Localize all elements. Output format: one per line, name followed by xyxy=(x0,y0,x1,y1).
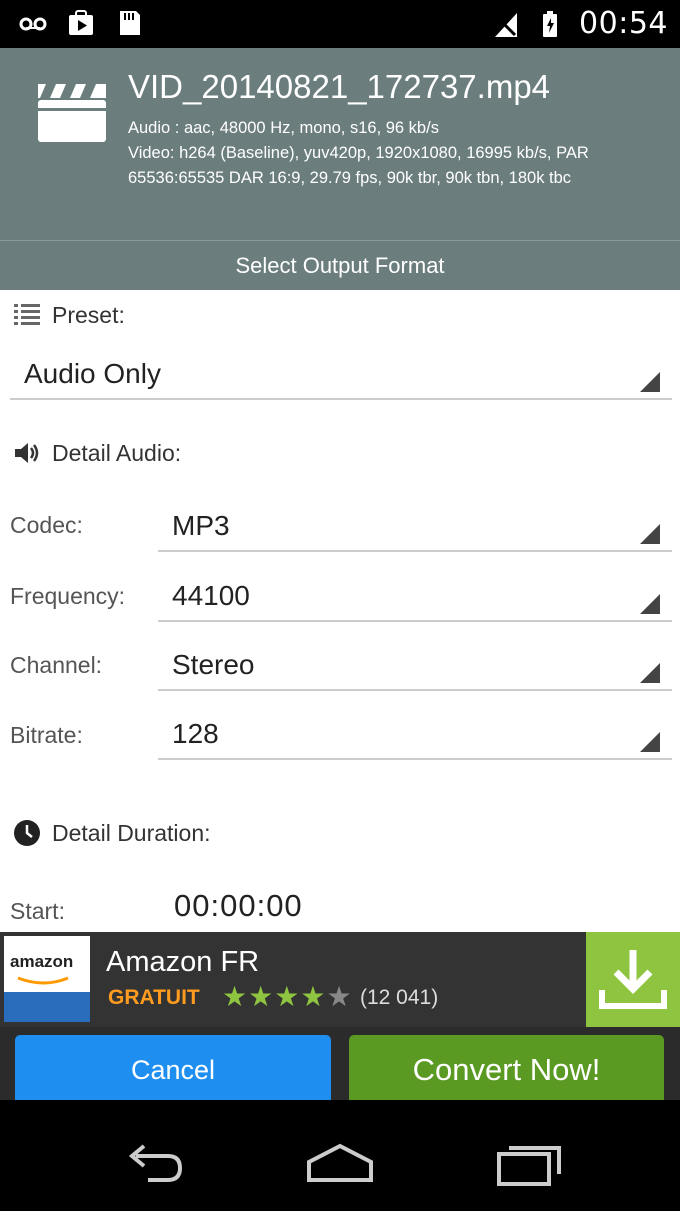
amazon-smile-icon xyxy=(17,976,69,985)
status-bar: 00:54 xyxy=(0,0,680,48)
file-name: VID_20140821_172737.mp4 xyxy=(128,68,551,105)
download-icon xyxy=(599,950,667,1009)
star-icon: ★ xyxy=(300,981,327,1012)
bitrate-value: 128 xyxy=(172,718,219,749)
sd-card-icon xyxy=(120,11,140,35)
frequency-dropdown[interactable]: 44100 xyxy=(158,572,672,622)
amazon-logo: amazon xyxy=(4,936,90,1022)
list-icon xyxy=(14,304,40,325)
select-output-format-bar: Select Output Format xyxy=(0,240,680,290)
voicemail-icon xyxy=(19,17,47,31)
detail-duration-title: Detail Duration: xyxy=(52,819,211,846)
ad-price: GRATUIT xyxy=(108,986,200,1009)
channel-value: Stereo xyxy=(172,649,255,680)
star-icon: ★ xyxy=(274,981,301,1012)
frequency-value: 44100 xyxy=(172,580,250,611)
codec-label: Codec: xyxy=(10,512,83,538)
signal-icon xyxy=(493,12,518,37)
clock-icon xyxy=(14,820,40,846)
bitrate-dropdown[interactable]: 128 xyxy=(158,710,672,760)
star-empty-icon: ★ xyxy=(326,981,353,1012)
codec-dropdown[interactable]: MP3 xyxy=(158,502,672,552)
battery-icon xyxy=(543,10,558,37)
ad-rating-stars: ★★★★★ xyxy=(222,980,353,1013)
detail-audio-title: Detail Audio: xyxy=(52,439,182,466)
dropdown-arrow-icon xyxy=(640,372,660,392)
convert-now-button[interactable]: Convert Now! xyxy=(349,1035,664,1100)
preset-dropdown[interactable]: Audio Only xyxy=(10,350,672,400)
recents-icon[interactable] xyxy=(495,1140,565,1188)
ad-app-name: Amazon FR xyxy=(106,946,260,978)
navigation-bar xyxy=(0,1100,680,1211)
dropdown-arrow-icon xyxy=(640,594,660,614)
media-info: Audio : aac, 48000 Hz, mono, s16, 96 kb/… xyxy=(128,116,663,191)
codec-value: MP3 xyxy=(172,510,230,541)
amazon-logo-text: amazon xyxy=(10,952,74,971)
ad-review-count: (12 041) xyxy=(360,986,439,1009)
frequency-label: Frequency: xyxy=(10,583,126,609)
start-time-field[interactable]: 00:00:00 xyxy=(174,888,303,924)
clock-time: 00:54 xyxy=(579,6,668,41)
back-icon[interactable] xyxy=(118,1140,188,1188)
play-store-icon xyxy=(69,10,93,35)
star-icon: ★ xyxy=(248,981,275,1012)
preset-value: Audio Only xyxy=(24,358,161,389)
clapperboard-icon xyxy=(38,84,106,142)
speaker-icon xyxy=(15,443,39,463)
file-info-header: VID_20140821_172737.mp4 Audio : aac, 480… xyxy=(0,48,680,240)
video-info: Video: h264 (Baseline), yuv420p, 1920x10… xyxy=(128,144,589,187)
preset-title: Preset: xyxy=(52,301,125,328)
amazon-box-graphic xyxy=(4,992,90,1022)
ad-download-button[interactable] xyxy=(586,932,680,1027)
converter-screen: VID_20140821_172737.mp4 Audio : aac, 480… xyxy=(0,48,680,1100)
home-icon[interactable] xyxy=(305,1140,375,1188)
dropdown-arrow-icon xyxy=(640,524,660,544)
dropdown-arrow-icon xyxy=(640,663,660,683)
star-icon: ★ xyxy=(222,981,249,1012)
channel-dropdown[interactable]: Stereo xyxy=(158,641,672,691)
detail-audio-heading: Detail Audio: xyxy=(12,438,181,468)
ad-banner[interactable]: amazon Amazon FR GRATUIT ★★★★★ (12 041) xyxy=(0,932,680,1027)
dropdown-arrow-icon xyxy=(640,732,660,752)
start-label: Start: xyxy=(10,898,65,924)
channel-label: Channel: xyxy=(10,652,103,678)
detail-duration-heading: Detail Duration: xyxy=(12,818,211,848)
bitrate-label: Bitrate: xyxy=(10,722,83,748)
action-bar: Cancel Convert Now! xyxy=(0,1027,680,1100)
cancel-button[interactable]: Cancel xyxy=(15,1035,331,1100)
preset-heading: Preset: xyxy=(12,300,125,330)
audio-info: Audio : aac, 48000 Hz, mono, s16, 96 kb/… xyxy=(128,119,439,137)
